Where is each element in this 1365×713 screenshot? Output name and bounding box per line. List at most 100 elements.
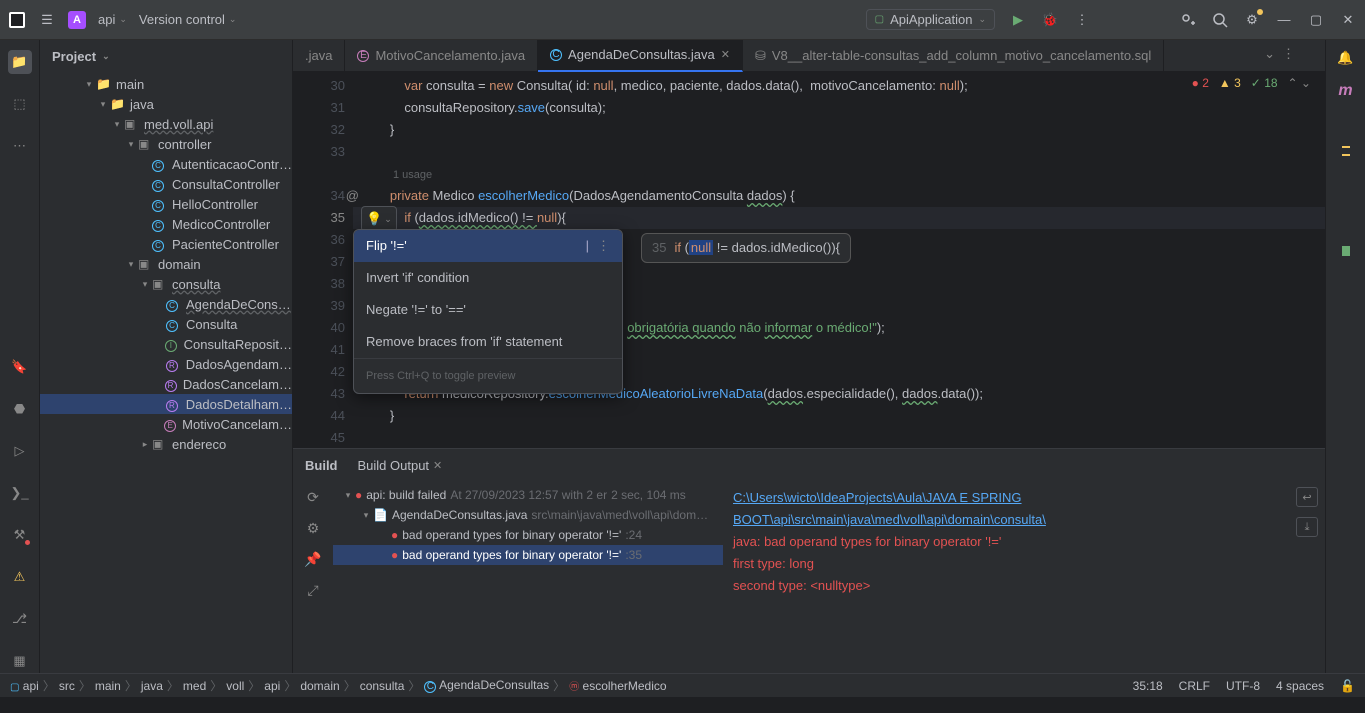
- tree-item[interactable]: CMedicoController: [40, 214, 292, 234]
- intention-item[interactable]: Invert 'if' condition: [354, 262, 622, 294]
- tree-item[interactable]: ▾▣domain: [40, 254, 292, 274]
- breadcrumb-item[interactable]: consulta: [360, 679, 405, 693]
- soft-wrap-icon[interactable]: ↩: [1296, 487, 1318, 507]
- encoding[interactable]: UTF-8: [1226, 679, 1260, 693]
- more-icon[interactable]: ⋮: [1073, 11, 1091, 29]
- line-ending[interactable]: CRLF: [1179, 679, 1210, 693]
- indent[interactable]: 4 spaces: [1276, 679, 1324, 693]
- more-icon[interactable]: ⋮: [597, 235, 610, 257]
- breadcrumb-item[interactable]: api: [264, 679, 280, 693]
- run-config-selector[interactable]: ▢ApiApplication⌄: [866, 9, 995, 30]
- run-icon[interactable]: ▶: [1009, 11, 1027, 29]
- breadcrumb-item[interactable]: voll: [226, 679, 244, 693]
- intention-item[interactable]: Remove braces from 'if' statement: [354, 326, 622, 358]
- code-line[interactable]: var consulta = new Consulta( id: null, m…: [353, 75, 1325, 97]
- code-line[interactable]: }: [353, 405, 1325, 427]
- build-tab[interactable]: Build: [305, 458, 338, 473]
- tree-item[interactable]: CConsultaController: [40, 174, 292, 194]
- vcs-dropdown[interactable]: Version control ⌄: [139, 12, 237, 27]
- editor-tab[interactable]: EMotivoCancelamento.java: [345, 40, 538, 72]
- code-line[interactable]: [353, 427, 1325, 448]
- tree-item[interactable]: ▾📁main: [40, 74, 292, 94]
- tree-item[interactable]: ▾▣consulta: [40, 274, 292, 294]
- debug-icon[interactable]: 🐞: [1041, 11, 1059, 29]
- mark-warn[interactable]: [1342, 146, 1350, 148]
- editor-tab[interactable]: ⛁V8__alter-table-consultas_add_column_mo…: [743, 40, 1164, 72]
- mark-warn[interactable]: [1342, 154, 1350, 156]
- project-tool-icon[interactable]: 📁: [8, 50, 32, 74]
- search-icon[interactable]: [1211, 11, 1229, 29]
- tree-item[interactable]: CAgendaDeCons…: [40, 294, 292, 314]
- expand-icon[interactable]: ⤢: [307, 582, 318, 599]
- scroll-end-icon[interactable]: ⤓: [1296, 517, 1318, 537]
- tree-item[interactable]: EMotivoCancelam…: [40, 414, 292, 434]
- readonly-icon[interactable]: 🔓: [1340, 679, 1355, 693]
- output-path[interactable]: C:\Users\wicto\IdeaProjects\Aula\JAVA E …: [733, 487, 1279, 531]
- build-tree-item[interactable]: ●bad operand types for binary operator '…: [333, 525, 723, 545]
- problems-tool-icon[interactable]: ⚠: [8, 565, 32, 589]
- code-line[interactable]: [353, 141, 1325, 163]
- project-panel-header[interactable]: Project⌄: [40, 40, 292, 72]
- code-body[interactable]: var consulta = new Consulta( id: null, m…: [353, 72, 1325, 448]
- close-icon[interactable]: ✕: [433, 459, 442, 472]
- tree-item[interactable]: CConsulta: [40, 314, 292, 334]
- breadcrumb-item[interactable]: java: [141, 679, 163, 693]
- hamburger-icon[interactable]: ☰: [38, 11, 56, 29]
- code-line[interactable]: }: [353, 119, 1325, 141]
- code-line[interactable]: 1 usage: [353, 163, 1325, 185]
- tree-item[interactable]: RDadosCancelam…: [40, 374, 292, 394]
- structure-tool-icon[interactable]: ⬚: [8, 92, 32, 116]
- terminal-tool-icon[interactable]: ❯_: [8, 481, 32, 505]
- intention-item[interactable]: Negate '!=' to '==': [354, 294, 622, 326]
- tree-item[interactable]: ▸▣endereco: [40, 434, 292, 454]
- bookmarks-tool-icon[interactable]: 🔖: [8, 355, 32, 379]
- git-tool-icon[interactable]: ⎇: [8, 607, 32, 631]
- build-output[interactable]: C:\Users\wicto\IdeaProjects\Aula\JAVA E …: [723, 481, 1289, 673]
- maximize-icon[interactable]: ▢: [1307, 11, 1325, 29]
- intention-item[interactable]: Flip '!='|⋮: [354, 230, 622, 262]
- settings-icon[interactable]: ⚙: [1243, 11, 1261, 29]
- build-tree-item[interactable]: ▾●api: build failed At 27/09/2023 12:57 …: [333, 485, 723, 505]
- filter-icon[interactable]: ⚙: [307, 520, 320, 537]
- minimize-icon[interactable]: —: [1275, 11, 1293, 29]
- tree-item[interactable]: ▾▣med.voll.api: [40, 114, 292, 134]
- build-tree-item[interactable]: ▾📄AgendaDeConsultas.java src\main\java\m…: [333, 505, 723, 525]
- mark-ok[interactable]: [1342, 246, 1350, 256]
- build-tree[interactable]: ▾●api: build failed At 27/09/2023 12:57 …: [333, 481, 723, 673]
- project-dropdown[interactable]: api ⌄: [98, 12, 127, 27]
- tab-list-icon[interactable]: ⌄: [1264, 46, 1275, 62]
- breadcrumb-item[interactable]: ▢ api: [10, 679, 39, 693]
- editor-tab[interactable]: .java: [293, 40, 345, 72]
- inspection-widget[interactable]: ● 2 ▲ 3 ✓ 18 ⌃ ⌄: [1192, 76, 1311, 90]
- code-editor[interactable]: 30313233343536373839404142434445 var con…: [293, 72, 1325, 448]
- breadcrumb[interactable]: ▢ api〉src〉main〉java〉med〉voll〉api〉domain〉…: [10, 677, 667, 694]
- tree-item[interactable]: ▾📁java: [40, 94, 292, 114]
- run-tool-icon[interactable]: ▷: [8, 439, 32, 463]
- maven-icon[interactable]: m: [1338, 82, 1352, 100]
- tree-item[interactable]: IConsultaReposit…: [40, 334, 292, 354]
- project-tree[interactable]: ▾📁main▾📁java▾▣med.voll.api▾▣controllerCA…: [40, 72, 292, 673]
- code-with-me-icon[interactable]: [1179, 11, 1197, 29]
- services-tool-icon[interactable]: ⬣: [8, 397, 32, 421]
- pin-icon[interactable]: 📌: [304, 551, 321, 568]
- tree-item[interactable]: CAutenticacaoContr…: [40, 154, 292, 174]
- build-output-tab[interactable]: Build Output ✕: [358, 458, 443, 473]
- db-tool-icon[interactable]: ▦: [8, 649, 32, 673]
- breadcrumb-item[interactable]: med: [183, 679, 206, 693]
- gutter[interactable]: 30313233343536373839404142434445: [293, 72, 353, 448]
- code-line[interactable]: private Medico escolherMedico(DadosAgend…: [353, 185, 1325, 207]
- build-tree-item[interactable]: ●bad operand types for binary operator '…: [333, 545, 723, 565]
- tab-options-icon[interactable]: ⋮: [1282, 46, 1295, 62]
- code-line[interactable]: if (dados.idMedico() != null){💡⌄Flip '!=…: [353, 207, 1325, 229]
- breadcrumb-item[interactable]: src: [59, 679, 75, 693]
- editor-tab[interactable]: CAgendaDeConsultas.java✕: [538, 40, 743, 72]
- more-tool-icon[interactable]: ⋯: [8, 134, 32, 158]
- build-tool-icon[interactable]: ⚒: [8, 523, 32, 547]
- rerun-icon[interactable]: ⟳: [307, 489, 319, 506]
- error-stripe[interactable]: [1342, 126, 1350, 673]
- close-icon[interactable]: ✕: [721, 48, 730, 61]
- notifications-icon[interactable]: 🔔: [1337, 50, 1353, 66]
- close-icon[interactable]: ✕: [1339, 11, 1357, 29]
- breadcrumb-item[interactable]: domain: [300, 679, 339, 693]
- breadcrumb-item[interactable]: ⓜ escolherMedico: [569, 678, 666, 693]
